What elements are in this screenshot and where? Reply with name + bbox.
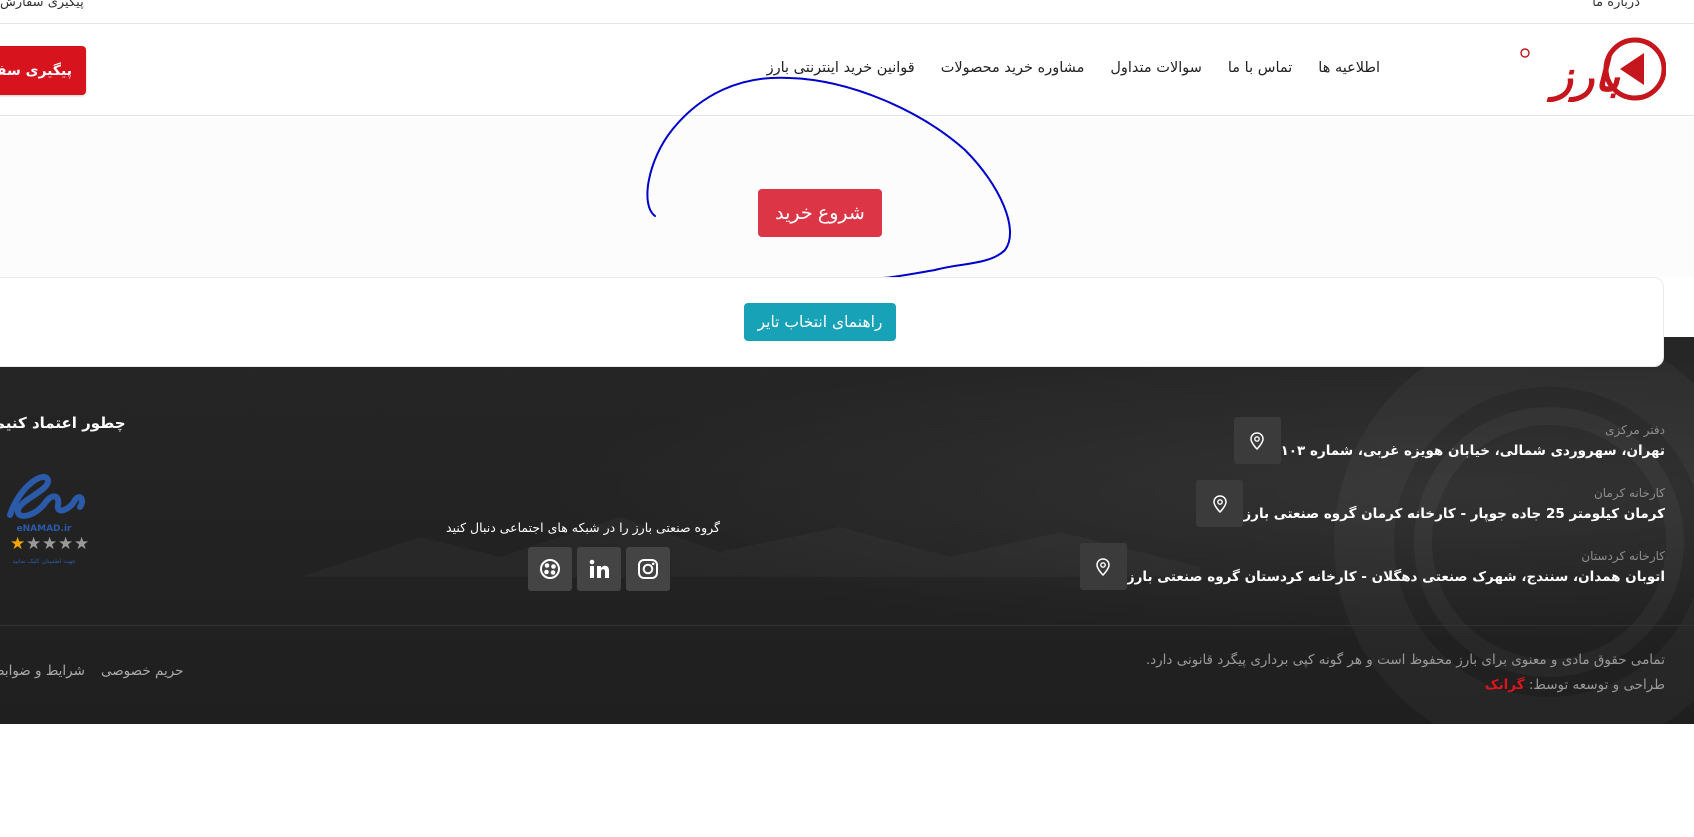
address-label: دفتر مرکزی (1605, 422, 1665, 437)
nav-item-rules[interactable]: قوانین خرید اینترنتی بارز (767, 60, 915, 76)
terms-link[interactable]: شرایط و ضوابط (0, 663, 85, 679)
address-kurdistan-factory: کارخانه کردستان اتوبان همدان، سنندج، شهر… (1070, 543, 1665, 590)
nav-item-announcements[interactable]: اطلاعیه ها (1318, 60, 1380, 76)
enamad-badge[interactable]: eNAMAD.ir ★ ★ ★ ★ ★ جهت اطمینان کلیک نما… (0, 455, 90, 570)
privacy-link[interactable]: حریم خصوصی (101, 663, 184, 679)
copyright-text: تمامی حقوق مادی و معنوی برای بارز محفوظ … (1145, 652, 1665, 668)
main-nav: قوانین خرید اینترنتی بارز مشاوره خرید مح… (767, 60, 1380, 76)
enamad-subtext: جهت اطمینان کلیک نمایید (12, 558, 76, 565)
svg-text:★: ★ (74, 534, 89, 554)
address-head-office: دفتر مرکزی تهران، سهروردی شمالی، خیابان … (1224, 417, 1665, 464)
top-track-order-link[interactable]: پیگیری سفارش (0, 0, 84, 10)
svg-text:★: ★ (58, 534, 73, 554)
location-pin-icon (1196, 480, 1244, 527)
svg-text:بارز: بارز (1546, 51, 1621, 102)
mountains-watermark (300, 497, 1200, 577)
location-pin-icon (1233, 417, 1281, 464)
credit-line: طراحی و توسعه توسط: گرانک (1485, 677, 1665, 693)
svg-text:★: ★ (10, 534, 25, 554)
credit-brand-link[interactable]: گرانک (1485, 677, 1525, 693)
track-order-button[interactable]: پیگیری سفارش (0, 46, 86, 95)
aparat-icon[interactable] (528, 547, 572, 591)
nav-item-faq[interactable]: سوالات متداول (1110, 60, 1202, 76)
instagram-icon[interactable] (626, 547, 670, 591)
enamad-text: eNAMAD.ir (17, 524, 72, 534)
tire-guide-button[interactable]: راهنمای انتخاب تایر (744, 303, 896, 341)
barez-logo[interactable]: بارز (1516, 36, 1667, 103)
address-value: اتوبان همدان، سنندج، شهرک صنعتی دهگلان -… (1126, 568, 1665, 585)
address-label: کارخانه کرمان (1593, 485, 1665, 500)
credit-prefix: طراحی و توسعه توسط: (1528, 677, 1665, 693)
address-kerman-factory: کارخانه کرمان کرمان کیلومتر 25 جاده جوپا… (1186, 480, 1665, 527)
page-bottom-blank (0, 724, 1694, 837)
address-value: کرمان کیلومتر 25 جاده جوپار - کارخانه کر… (1243, 505, 1665, 522)
top-strip: پیگیری سفارش درباره ما (0, 0, 1694, 24)
address-label: کارخانه کردستان (1581, 548, 1665, 563)
header: بارز قوانین خرید اینترنتی بارز مشاوره خر… (0, 24, 1694, 116)
top-about-link[interactable]: درباره ما (1592, 0, 1640, 10)
nav-item-contact[interactable]: تماس با ما (1228, 60, 1292, 76)
trust-title: چطور اعتماد کنیم (0, 414, 126, 432)
start-shopping-button[interactable]: شروع خرید (758, 189, 882, 237)
location-pin-icon (1079, 543, 1127, 590)
address-value: تهران، سهروردی شمالی، خیابان هویزه غربی،… (1280, 442, 1665, 459)
footer-divider (0, 625, 1694, 626)
svg-text:★: ★ (42, 534, 57, 554)
svg-text:★: ★ (26, 534, 41, 554)
linkedin-icon[interactable] (577, 547, 621, 591)
social-title: گروه صنعتی بارز را در شبکه های اجتماعی د… (446, 520, 720, 535)
footer-links: حریم خصوصی شرایط و ضوابط (0, 663, 184, 679)
nav-item-consulting[interactable]: مشاوره خرید محصولات (941, 60, 1085, 76)
